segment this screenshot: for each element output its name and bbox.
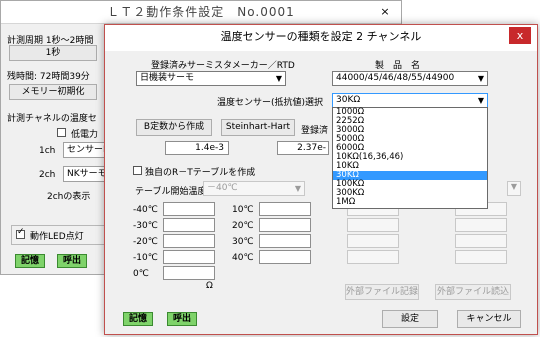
table-start-label: テーブル開始温度 — [135, 187, 207, 197]
maker-dropdown[interactable]: 日機装サーモ ▼ — [136, 71, 286, 86]
call-button[interactable]: 呼出 — [167, 312, 197, 326]
ch2-display-label: 2chの表示 — [47, 192, 91, 202]
resistance-field[interactable] — [347, 218, 399, 232]
table-start-dropdown[interactable]: －40℃ ▼ — [203, 181, 305, 196]
sensor-type-list: 1000Ω 2252Ω 3000Ω 5000Ω 6000Ω 10KΩ(16,36… — [332, 107, 488, 209]
ch2-label: 2ch — [39, 170, 56, 180]
memory-init-button[interactable]: メモリー初期化 — [9, 84, 97, 100]
temp-label: -30℃ — [133, 221, 158, 231]
own-table-checkbox[interactable] — [133, 166, 142, 175]
resistance-field[interactable] — [259, 202, 311, 216]
chevron-down-icon: ▼ — [510, 182, 517, 191]
sensor-dialog: 温度センサーの種類を設定 2 チャンネル x 登録済みサーミスタメーカー／RTD… — [104, 24, 538, 335]
resistance-field[interactable] — [455, 218, 507, 232]
chevron-down-icon: ▼ — [275, 74, 282, 83]
product-label: 製 品 名 — [375, 61, 421, 71]
resistance-field[interactable] — [163, 266, 215, 280]
resistance-field[interactable] — [163, 250, 215, 264]
resistance-field[interactable] — [347, 250, 399, 264]
sensor-type-value: 30KΩ — [336, 95, 361, 105]
scroll-dropdown[interactable]: ▼ — [507, 181, 521, 196]
ohm-unit: Ω — [206, 281, 213, 291]
table-start-value: －40℃ — [207, 183, 238, 193]
low-power-label: 低電力 — [71, 130, 99, 140]
temp-label: 20℃ — [232, 221, 254, 231]
led-label: 動作LED点灯 — [30, 232, 84, 242]
resistance-field[interactable] — [163, 234, 215, 248]
channel-label: 計測チャネルの温度セ — [7, 114, 97, 124]
ch1-label: 1ch — [39, 146, 56, 156]
sensor-type-dropdown[interactable]: 30KΩ ▼ — [332, 93, 488, 108]
ch2-sensor-field[interactable]: NKサーモ30 — [63, 166, 107, 182]
resistance-field[interactable] — [163, 218, 215, 232]
coefficient-1-field[interactable]: 1.4e-3 — [165, 141, 229, 155]
temp-label: -20℃ — [133, 237, 158, 247]
own-table-label: 独自のR－Tテーブルを作成 — [145, 168, 256, 178]
resistance-field[interactable] — [259, 234, 311, 248]
resistance-field[interactable] — [455, 234, 507, 248]
chevron-down-icon: ▼ — [477, 96, 484, 105]
save-button[interactable]: 記憶 — [15, 254, 45, 268]
close-icon[interactable]: × — [376, 4, 394, 20]
maker-value: 日機装サーモ — [140, 73, 195, 83]
steinhart-hart-button[interactable]: Steinhart-Hart — [221, 119, 295, 136]
list-item[interactable]: 300KΩ — [333, 189, 487, 198]
resistance-field[interactable] — [259, 250, 311, 264]
sensor-type-label: 温度センサー(抵抗値)選択 — [217, 98, 324, 108]
save-button[interactable]: 記憶 — [123, 312, 153, 326]
check-icon: ✓ — [17, 227, 25, 237]
resistance-field[interactable] — [259, 218, 311, 232]
temp-label: 40℃ — [232, 253, 254, 263]
temp-label: 10℃ — [232, 205, 254, 215]
maker-label: 登録済みサーミスタメーカー／RTD — [151, 61, 295, 71]
cancel-button[interactable]: キャンセル — [457, 310, 521, 328]
chevron-down-icon: ▼ — [294, 184, 301, 193]
resistance-field[interactable] — [347, 234, 399, 248]
b-constant-button[interactable]: B定数から作成 — [136, 119, 212, 136]
window-title: ＬＴ２動作条件設定 No.0001 — [1, 1, 401, 24]
product-value: 44000/45/46/48/55/44900 — [336, 73, 455, 83]
external-file-load-button[interactable]: 外部ファイル読込 — [435, 284, 511, 300]
list-item[interactable]: 1MΩ — [333, 198, 487, 207]
temp-label: 30℃ — [232, 237, 254, 247]
resistance-field[interactable] — [163, 202, 215, 216]
ch1-sensor-field[interactable]: センサーR-T — [63, 142, 107, 158]
resistance-field[interactable] — [455, 250, 507, 264]
dialog-title: 温度センサーの種類を設定 2 チャンネル — [105, 25, 537, 51]
interval-value[interactable]: 1秒 — [9, 45, 97, 61]
coefficient-2-field[interactable]: 2.37e- — [277, 141, 329, 155]
product-dropdown[interactable]: 44000/45/46/48/55/44900 ▼ — [332, 71, 488, 86]
low-power-checkbox[interactable] — [57, 128, 66, 137]
call-button[interactable]: 呼出 — [57, 254, 87, 268]
close-icon[interactable]: x — [509, 27, 531, 44]
temp-label: 0℃ — [133, 269, 149, 279]
chevron-down-icon: ▼ — [477, 74, 484, 83]
registered-label: 登録済 — [301, 126, 329, 136]
set-button[interactable]: 設定 — [382, 310, 438, 328]
remaining-time: 残時間: 72時間39分 — [7, 72, 90, 82]
external-file-save-button[interactable]: 外部ファイル記録 — [345, 284, 419, 300]
temp-label: -40℃ — [133, 205, 158, 215]
temp-label: -10℃ — [133, 253, 158, 263]
